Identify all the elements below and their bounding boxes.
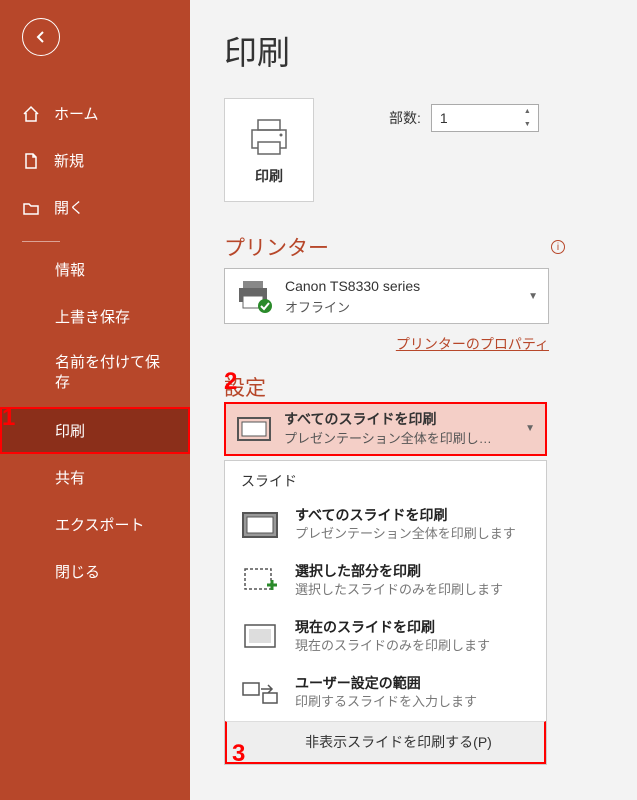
chevron-down-icon: ▼ [528,291,538,302]
spinner-arrows[interactable]: ▲▼ [524,105,538,131]
main-panel: 印刷 印刷 部数: 1 ▲▼ プリンター [190,0,637,800]
copies-label: 部数: [389,108,421,128]
printer-selector[interactable]: Canon TS8330 series オフライン ▼ [224,268,549,324]
backstage-sidebar: ホーム 新規 開く 情報 上書き保存 名前を付けて保存 印刷 共有 エクスポート… [0,0,190,800]
custom-range-icon [239,673,281,713]
menu-item-title: 選択した部分を印刷 [295,562,503,582]
nav-info[interactable]: 情報 [0,246,190,293]
nav-open[interactable]: 開く [0,184,190,231]
folder-icon [22,199,40,217]
nav-print[interactable]: 印刷 [0,407,190,454]
menu-item-sub: プレゼンテーション全体を印刷します [295,525,516,543]
nav-label: 新規 [54,150,84,171]
printer-icon [246,114,292,158]
chevron-down-icon: ▼ [525,423,535,434]
page-title: 印刷 [224,26,637,74]
info-icon[interactable]: i [551,240,565,254]
print-button-label: 印刷 [255,166,283,186]
print-button[interactable]: 印刷 [224,98,314,202]
nav-close[interactable]: 閉じる [0,548,190,595]
dropdown-title: すべてのスライドを印刷 [284,410,513,430]
menu-item-title: すべてのスライドを印刷 [295,506,516,526]
nav-share[interactable]: 共有 [0,454,190,501]
nav-label: 開く [54,197,84,218]
print-range-menu: スライド すべてのスライドを印刷 プレゼンテーション全体を印刷します [224,460,547,765]
settings-section-title: 設定 [224,372,637,402]
selection-icon [239,561,281,601]
menu-item-sub: 選択したスライドのみを印刷します [295,581,503,599]
nav-new[interactable]: 新規 [0,137,190,184]
copies-value: 1 [432,110,524,126]
nav-separator [22,241,60,242]
printer-status-icon [235,278,275,314]
printer-section-title: プリンター [224,232,329,262]
print-hidden-slides-toggle[interactable]: 非表示スライドを印刷する(P) [225,721,546,764]
dropdown-subtitle: プレゼンテーション全体を印刷し… [284,430,513,448]
back-button[interactable] [22,18,60,56]
printer-name: Canon TS8330 series [285,276,420,297]
menu-item-all-slides[interactable]: すべてのスライドを印刷 プレゼンテーション全体を印刷します [225,497,546,553]
printer-properties-link[interactable]: プリンターのプロパティ [396,336,549,352]
print-range-dropdown[interactable]: すべてのスライドを印刷 プレゼンテーション全体を印刷し… ▼ [224,402,547,456]
menu-item-current[interactable]: 現在のスライドを印刷 現在のスライドのみを印刷します [225,609,546,665]
printer-status: オフライン [285,297,420,316]
slides-icon [236,413,272,445]
nav-export[interactable]: エクスポート [0,501,190,548]
menu-item-title: ユーザー設定の範囲 [295,674,477,694]
menu-item-title: 現在のスライドを印刷 [295,618,490,638]
current-slide-icon [239,617,281,657]
copies-stepper[interactable]: 1 ▲▼ [431,104,539,132]
nav-label: ホーム [54,103,99,124]
menu-item-sub: 現在のスライドのみを印刷します [295,637,490,655]
menu-item-selection[interactable]: 選択した部分を印刷 選択したスライドのみを印刷します [225,553,546,609]
menu-item-sub: 印刷するスライドを入力します [295,693,477,711]
home-icon [22,105,40,123]
nav-home[interactable]: ホーム [0,90,190,137]
nav-saveas[interactable]: 名前を付けて保存 [0,340,190,407]
arrow-left-icon [33,29,49,45]
menu-item-custom-range[interactable]: ユーザー設定の範囲 印刷するスライドを入力します [225,665,546,721]
menu-group-header: スライド [225,465,546,497]
nav-save[interactable]: 上書き保存 [0,293,190,340]
file-icon [22,152,40,170]
all-slides-icon [239,505,281,545]
